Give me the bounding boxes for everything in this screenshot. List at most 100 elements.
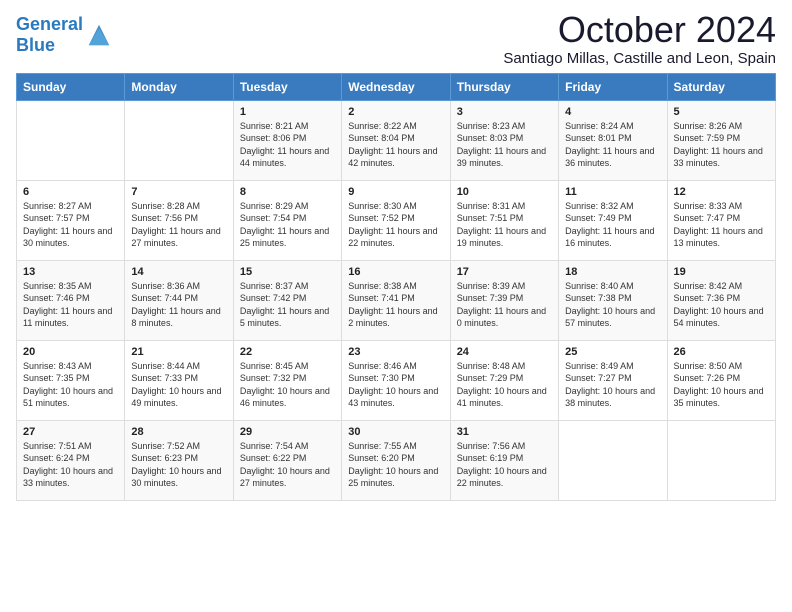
day-number: 19 <box>674 266 769 278</box>
cell-3-4: 16 Sunrise: 8:38 AM Sunset: 7:41 PM Dayli… <box>342 260 450 340</box>
day-number: 22 <box>240 346 335 358</box>
day-number: 29 <box>240 426 335 438</box>
cell-2-1: 6 Sunrise: 8:27 AM Sunset: 7:57 PM Daylig… <box>17 180 125 260</box>
day-number: 8 <box>240 186 335 198</box>
cell-text: Sunrise: 8:37 AM Sunset: 7:42 PM Dayligh… <box>240 280 335 330</box>
cell-2-2: 7 Sunrise: 8:28 AM Sunset: 7:56 PM Daylig… <box>125 180 233 260</box>
cell-text: Sunrise: 8:28 AM Sunset: 7:56 PM Dayligh… <box>131 200 226 250</box>
cell-text: Sunrise: 8:26 AM Sunset: 7:59 PM Dayligh… <box>674 120 769 170</box>
col-header-saturday: Saturday <box>667 73 775 100</box>
cell-1-5: 3 Sunrise: 8:23 AM Sunset: 8:03 PM Daylig… <box>450 100 558 180</box>
week-row-2: 6 Sunrise: 8:27 AM Sunset: 7:57 PM Daylig… <box>17 180 776 260</box>
cell-text: Sunrise: 7:51 AM Sunset: 6:24 PM Dayligh… <box>23 440 118 490</box>
cell-text: Sunrise: 7:52 AM Sunset: 6:23 PM Dayligh… <box>131 440 226 490</box>
cell-text: Sunrise: 8:31 AM Sunset: 7:51 PM Dayligh… <box>457 200 552 250</box>
cell-text: Sunrise: 8:27 AM Sunset: 7:57 PM Dayligh… <box>23 200 118 250</box>
cell-3-1: 13 Sunrise: 8:35 AM Sunset: 7:46 PM Dayli… <box>17 260 125 340</box>
day-number: 13 <box>23 266 118 278</box>
cell-2-6: 11 Sunrise: 8:32 AM Sunset: 7:49 PM Dayli… <box>559 180 667 260</box>
cell-text: Sunrise: 8:23 AM Sunset: 8:03 PM Dayligh… <box>457 120 552 170</box>
day-number: 17 <box>457 266 552 278</box>
day-number: 9 <box>348 186 443 198</box>
header: General Blue October 2024 Santiago Milla… <box>16 10 776 67</box>
cell-3-5: 17 Sunrise: 8:39 AM Sunset: 7:39 PM Dayli… <box>450 260 558 340</box>
day-number: 16 <box>348 266 443 278</box>
cell-3-2: 14Sunrise: 8:36 AM Sunset: 7:44 PM Dayli… <box>125 260 233 340</box>
day-number: 12 <box>674 186 769 198</box>
cell-text: Sunrise: 8:35 AM Sunset: 7:46 PM Dayligh… <box>23 280 118 330</box>
logo-line1: General <box>16 14 83 35</box>
cell-text: Sunrise: 8:40 AM Sunset: 7:38 PM Dayligh… <box>565 280 660 330</box>
cell-3-7: 19 Sunrise: 8:42 AM Sunset: 7:36 PM Dayli… <box>667 260 775 340</box>
week-row-5: 27 Sunrise: 7:51 AM Sunset: 6:24 PM Dayli… <box>17 420 776 500</box>
header-row: SundayMondayTuesdayWednesdayThursdayFrid… <box>17 73 776 100</box>
cell-text: Sunrise: 8:46 AM Sunset: 7:30 PM Dayligh… <box>348 360 443 410</box>
cell-text: Sunrise: 7:54 AM Sunset: 6:22 PM Dayligh… <box>240 440 335 490</box>
cell-text: Sunrise: 7:55 AM Sunset: 6:20 PM Dayligh… <box>348 440 443 490</box>
cell-2-3: 8Sunrise: 8:29 AM Sunset: 7:54 PM Daylig… <box>233 180 341 260</box>
week-row-4: 20 Sunrise: 8:43 AM Sunset: 7:35 PM Dayli… <box>17 340 776 420</box>
cell-text: Sunrise: 8:24 AM Sunset: 8:01 PM Dayligh… <box>565 120 660 170</box>
logo: General Blue <box>16 14 113 55</box>
cell-text: Sunrise: 8:49 AM Sunset: 7:27 PM Dayligh… <box>565 360 660 410</box>
day-number: 30 <box>348 426 443 438</box>
day-number: 3 <box>457 106 552 118</box>
col-header-thursday: Thursday <box>450 73 558 100</box>
day-number: 28 <box>131 426 226 438</box>
cell-5-5: 31 Sunrise: 7:56 AM Sunset: 6:19 PM Dayli… <box>450 420 558 500</box>
title-block: October 2024 Santiago Millas, Castille a… <box>503 10 776 67</box>
cell-1-1 <box>17 100 125 180</box>
cell-text: Sunrise: 8:44 AM Sunset: 7:33 PM Dayligh… <box>131 360 226 410</box>
col-header-monday: Monday <box>125 73 233 100</box>
cell-text: Sunrise: 8:39 AM Sunset: 7:39 PM Dayligh… <box>457 280 552 330</box>
cell-text: Sunrise: 8:21 AM Sunset: 8:06 PM Dayligh… <box>240 120 335 170</box>
cell-text: Sunrise: 8:38 AM Sunset: 7:41 PM Dayligh… <box>348 280 443 330</box>
cell-1-2 <box>125 100 233 180</box>
cell-text: Sunrise: 8:32 AM Sunset: 7:49 PM Dayligh… <box>565 200 660 250</box>
logo-line2: Blue <box>16 35 83 56</box>
cell-5-6 <box>559 420 667 500</box>
cell-5-1: 27 Sunrise: 7:51 AM Sunset: 6:24 PM Dayli… <box>17 420 125 500</box>
logo-icon <box>85 21 113 49</box>
day-number: 5 <box>674 106 769 118</box>
col-header-friday: Friday <box>559 73 667 100</box>
day-number: 2 <box>348 106 443 118</box>
cell-3-6: 18 Sunrise: 8:40 AM Sunset: 7:38 PM Dayli… <box>559 260 667 340</box>
week-row-1: 1Sunrise: 8:21 AM Sunset: 8:06 PM Daylig… <box>17 100 776 180</box>
cell-2-5: 10 Sunrise: 8:31 AM Sunset: 7:51 PM Dayli… <box>450 180 558 260</box>
cell-1-3: 1Sunrise: 8:21 AM Sunset: 8:06 PM Daylig… <box>233 100 341 180</box>
day-number: 10 <box>457 186 552 198</box>
day-number: 11 <box>565 186 660 198</box>
cell-4-5: 24 Sunrise: 8:48 AM Sunset: 7:29 PM Dayli… <box>450 340 558 420</box>
col-header-tuesday: Tuesday <box>233 73 341 100</box>
location: Santiago Millas, Castille and Leon, Spai… <box>503 50 776 67</box>
cell-text: Sunrise: 7:56 AM Sunset: 6:19 PM Dayligh… <box>457 440 552 490</box>
cell-4-3: 22 Sunrise: 8:45 AM Sunset: 7:32 PM Dayli… <box>233 340 341 420</box>
cell-1-6: 4 Sunrise: 8:24 AM Sunset: 8:01 PM Daylig… <box>559 100 667 180</box>
cell-5-3: 29 Sunrise: 7:54 AM Sunset: 6:22 PM Dayli… <box>233 420 341 500</box>
day-number: 18 <box>565 266 660 278</box>
cell-2-7: 12Sunrise: 8:33 AM Sunset: 7:47 PM Dayli… <box>667 180 775 260</box>
day-number: 6 <box>23 186 118 198</box>
cell-text: Sunrise: 8:50 AM Sunset: 7:26 PM Dayligh… <box>674 360 769 410</box>
cell-text: Sunrise: 8:45 AM Sunset: 7:32 PM Dayligh… <box>240 360 335 410</box>
cell-5-4: 30 Sunrise: 7:55 AM Sunset: 6:20 PM Dayli… <box>342 420 450 500</box>
cell-4-1: 20 Sunrise: 8:43 AM Sunset: 7:35 PM Dayli… <box>17 340 125 420</box>
cell-text: Sunrise: 8:43 AM Sunset: 7:35 PM Dayligh… <box>23 360 118 410</box>
logo-text: General Blue <box>16 14 113 55</box>
day-number: 31 <box>457 426 552 438</box>
week-row-3: 13 Sunrise: 8:35 AM Sunset: 7:46 PM Dayli… <box>17 260 776 340</box>
cell-3-3: 15 Sunrise: 8:37 AM Sunset: 7:42 PM Dayli… <box>233 260 341 340</box>
day-number: 4 <box>565 106 660 118</box>
month-title: October 2024 <box>503 10 776 50</box>
day-number: 20 <box>23 346 118 358</box>
cell-text: Sunrise: 8:36 AM Sunset: 7:44 PM Dayligh… <box>131 280 226 330</box>
day-number: 27 <box>23 426 118 438</box>
cell-text: Sunrise: 8:48 AM Sunset: 7:29 PM Dayligh… <box>457 360 552 410</box>
cell-4-6: 25Sunrise: 8:49 AM Sunset: 7:27 PM Dayli… <box>559 340 667 420</box>
day-number: 7 <box>131 186 226 198</box>
day-number: 15 <box>240 266 335 278</box>
cell-text: Sunrise: 8:30 AM Sunset: 7:52 PM Dayligh… <box>348 200 443 250</box>
day-number: 24 <box>457 346 552 358</box>
cell-text: Sunrise: 8:42 AM Sunset: 7:36 PM Dayligh… <box>674 280 769 330</box>
